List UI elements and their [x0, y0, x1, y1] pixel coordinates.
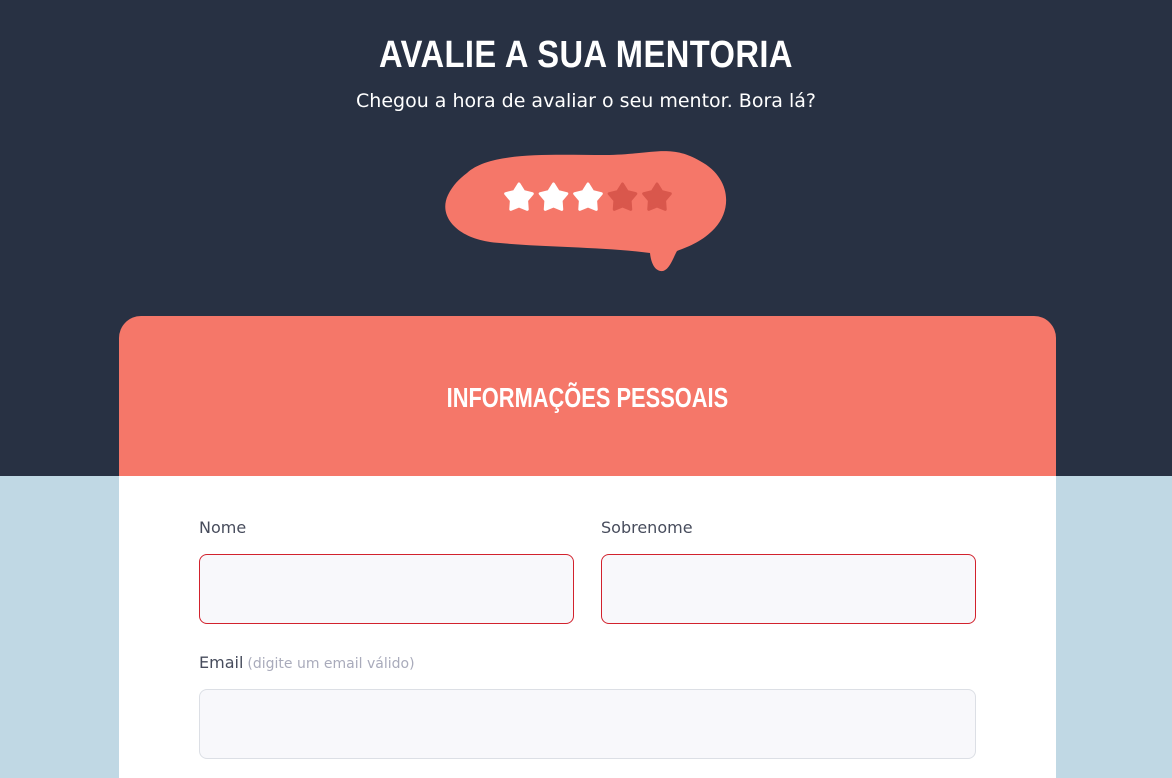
page-subtitle: Chegou a hora de avaliar o seu mentor. B… — [356, 90, 816, 112]
last-name-input[interactable] — [601, 554, 976, 624]
section-header: INFORMAÇÕES PESSOAIS — [119, 316, 1056, 476]
page: AVALIE A SUA MENTORIA Chegou a hora de a… — [0, 0, 1172, 778]
email-field[interactable] — [199, 689, 976, 759]
email-hint: (digite um email válido) — [247, 656, 415, 672]
personal-info-form: Nome Sobrenome Email (digite um email vál… — [119, 476, 1056, 778]
first-name-label-text: Nome — [199, 518, 247, 537]
star-empty-icon[interactable] — [607, 182, 638, 211]
email-label: Email (digite um email válido) — [199, 652, 415, 675]
star-filled-icon[interactable] — [504, 182, 534, 211]
email-label-text: Email — [199, 653, 244, 672]
section-title: INFORMAÇÕES PESSOAIS — [446, 382, 729, 413]
star-filled-icon[interactable] — [538, 182, 569, 211]
first-name-input[interactable] — [199, 554, 574, 624]
last-name-label-text: Sobrenome — [601, 518, 693, 537]
star-rating[interactable] — [503, 179, 675, 215]
page-title: AVALIE A SUA MENTORIA — [379, 34, 793, 76]
last-name-label: Sobrenome — [601, 517, 693, 539]
star-empty-icon[interactable] — [642, 182, 672, 211]
star-filled-icon[interactable] — [573, 182, 603, 211]
first-name-label: Nome — [199, 517, 246, 539]
